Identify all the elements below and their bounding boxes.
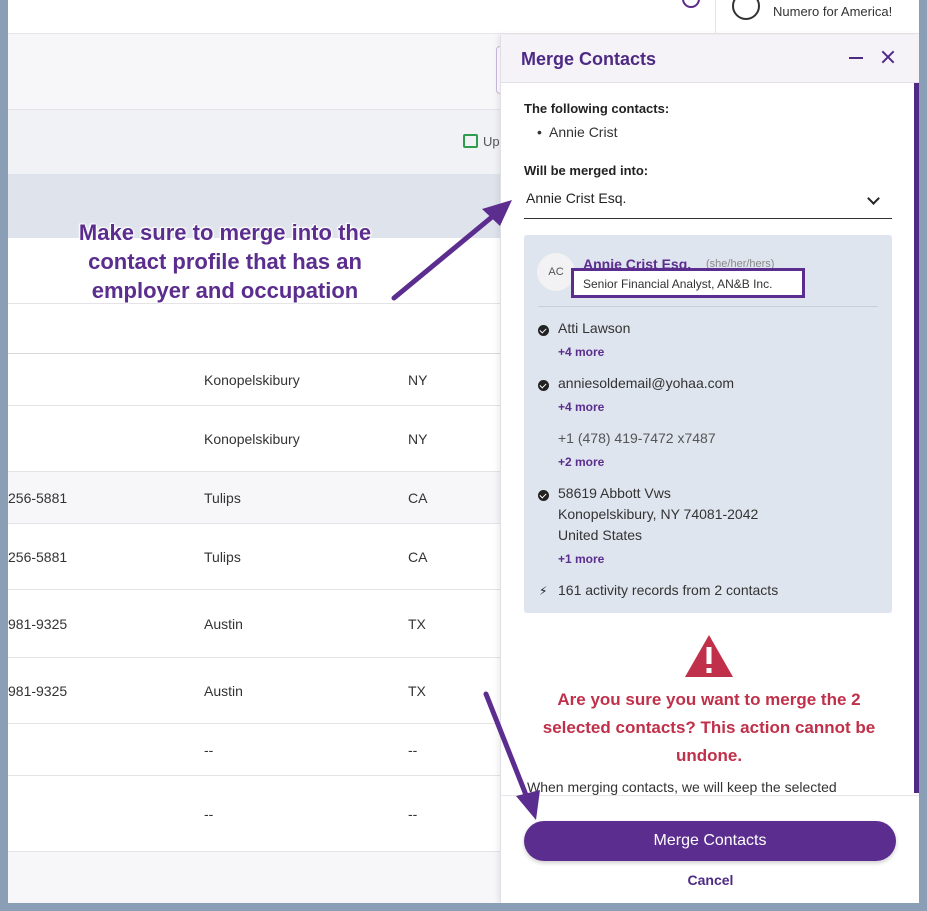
- panel-footer: Merge Contacts Cancel: [501, 795, 919, 903]
- check-circle-icon: [538, 380, 549, 391]
- help-icon[interactable]: [682, 0, 700, 8]
- panel-header: Merge Contacts: [501, 35, 919, 83]
- name-more-link[interactable]: +4 more: [558, 345, 604, 359]
- panel-scrollbar[interactable]: [914, 83, 919, 793]
- phone-cell: 981-9325: [8, 615, 68, 632]
- phone-more-link[interactable]: +2 more: [558, 455, 604, 469]
- address-line-2: Konopelskibury, NY 74081-2042: [558, 506, 759, 522]
- merged-into-label: Will be merged into:: [524, 163, 649, 178]
- city-cell: Austin: [204, 682, 243, 699]
- panel-title: Merge Contacts: [521, 49, 657, 69]
- state-cell: CA: [408, 489, 428, 506]
- city-cell: Konopelskibury: [204, 430, 300, 447]
- cancel-button[interactable]: Cancel: [501, 872, 919, 888]
- address-more-link[interactable]: +1 more: [558, 552, 604, 566]
- merge-warning-text: Are you sure you want to merge the 2 sel…: [542, 690, 876, 765]
- close-icon[interactable]: [878, 47, 898, 67]
- contact-phone: +1 (478) 419-7472 x7487: [558, 430, 716, 446]
- state-cell: TX: [408, 615, 426, 632]
- card-divider: [538, 306, 878, 307]
- phone-cell: 981-9325: [8, 682, 68, 699]
- contact-preview-card: AC Annie Crist Esq. (she/her/hers) Senio…: [524, 235, 892, 613]
- app-window: Numero for America! Up Konopelskibury NY K…: [8, 0, 919, 903]
- merge-target-value: Annie Crist Esq.: [526, 190, 627, 206]
- address-line-3: United States: [558, 527, 643, 543]
- state-cell: CA: [408, 548, 428, 565]
- phone-cell: 256-5881: [8, 548, 68, 565]
- lightning-bolt-icon: ⚡: [539, 584, 548, 598]
- topbar-divider: [715, 0, 716, 34]
- city-cell: --: [204, 805, 214, 822]
- contact-email: anniesoldemail@yohaa.com: [558, 375, 735, 391]
- merge-contacts-button[interactable]: Merge Contacts: [524, 821, 896, 861]
- occupation-text: Senior Financial Analyst, AN&B Inc.: [583, 277, 773, 291]
- warning-triangle-icon: [685, 635, 733, 677]
- spreadsheet-update-icon[interactable]: [463, 134, 478, 148]
- city-cell: Konopelskibury: [204, 371, 300, 388]
- state-cell: --: [408, 805, 418, 822]
- city-cell: Tulips: [204, 548, 241, 565]
- avatar: AC: [537, 253, 575, 291]
- activity-summary: 161 activity records from 2 contacts: [558, 582, 779, 598]
- state-cell: --: [408, 741, 418, 758]
- following-contacts-label: The following contacts:: [524, 101, 670, 116]
- address-line-1: 58619 Abbott Vws: [558, 485, 671, 501]
- phone-cell: 256-5881: [8, 489, 68, 506]
- check-circle-icon: [538, 325, 549, 336]
- state-cell: TX: [408, 682, 426, 699]
- minimize-icon[interactable]: [849, 57, 863, 59]
- occupation-highlight: Senior Financial Analyst, AN&B Inc.: [571, 268, 805, 298]
- city-cell: Austin: [204, 615, 243, 632]
- state-cell: NY: [408, 371, 428, 388]
- email-more-link[interactable]: +4 more: [558, 400, 604, 414]
- merge-contacts-panel: Merge Contacts The following contacts: A…: [500, 35, 919, 903]
- chevron-down-icon: [867, 192, 880, 205]
- check-circle-icon: [538, 490, 549, 501]
- user-avatar-icon[interactable]: [732, 0, 760, 20]
- state-cell: NY: [408, 430, 428, 447]
- merge-info-text: When merging contacts, we will keep the …: [527, 779, 837, 795]
- update-label[interactable]: Up: [483, 134, 500, 149]
- city-cell: --: [204, 741, 214, 758]
- merge-target-select[interactable]: Annie Crist Esq.: [524, 185, 892, 219]
- city-cell: Tulips: [204, 489, 241, 506]
- annotation-callout: Make sure to merge into the contact prof…: [78, 220, 372, 303]
- contact-alt-name: Atti Lawson: [558, 320, 631, 336]
- top-bar: Numero for America!: [8, 0, 919, 34]
- org-name[interactable]: Numero for America!: [773, 4, 892, 19]
- following-contact-item: Annie Crist: [537, 124, 618, 140]
